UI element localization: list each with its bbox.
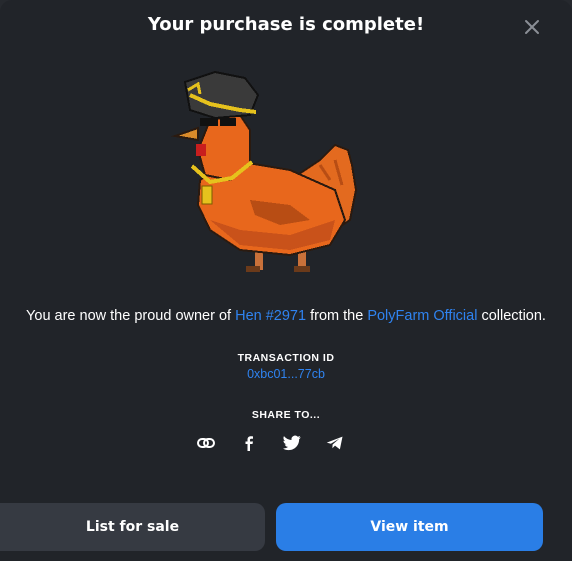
transaction-id-label: TRANSACTION ID bbox=[237, 352, 335, 364]
purchase-complete-modal: Your purchase is complete! You are now t… bbox=[0, 0, 572, 561]
telegram-icon[interactable] bbox=[325, 433, 345, 453]
transaction-id-link[interactable]: 0xbc01...77cb bbox=[0, 367, 572, 381]
share-label: SHARE TO... bbox=[251, 409, 321, 421]
facebook-icon[interactable] bbox=[239, 433, 259, 453]
owner-middle: from the bbox=[306, 308, 368, 324]
link-icon[interactable] bbox=[196, 433, 216, 453]
nft-hen-image bbox=[170, 70, 370, 285]
ownership-message: You are now the proud owner of Hen #2971… bbox=[0, 308, 572, 324]
owner-prefix: You are now the proud owner of bbox=[26, 308, 236, 324]
collection-link[interactable]: PolyFarm Official bbox=[367, 308, 477, 324]
close-icon[interactable] bbox=[522, 17, 542, 37]
list-for-sale-button[interactable]: List for sale bbox=[0, 503, 265, 551]
modal-title: Your purchase is complete! bbox=[147, 14, 425, 35]
owner-suffix: collection. bbox=[477, 308, 546, 324]
view-item-button[interactable]: View item bbox=[276, 503, 543, 551]
twitter-icon[interactable] bbox=[282, 433, 302, 453]
share-buttons bbox=[196, 433, 345, 453]
item-link[interactable]: Hen #2971 bbox=[235, 308, 306, 324]
